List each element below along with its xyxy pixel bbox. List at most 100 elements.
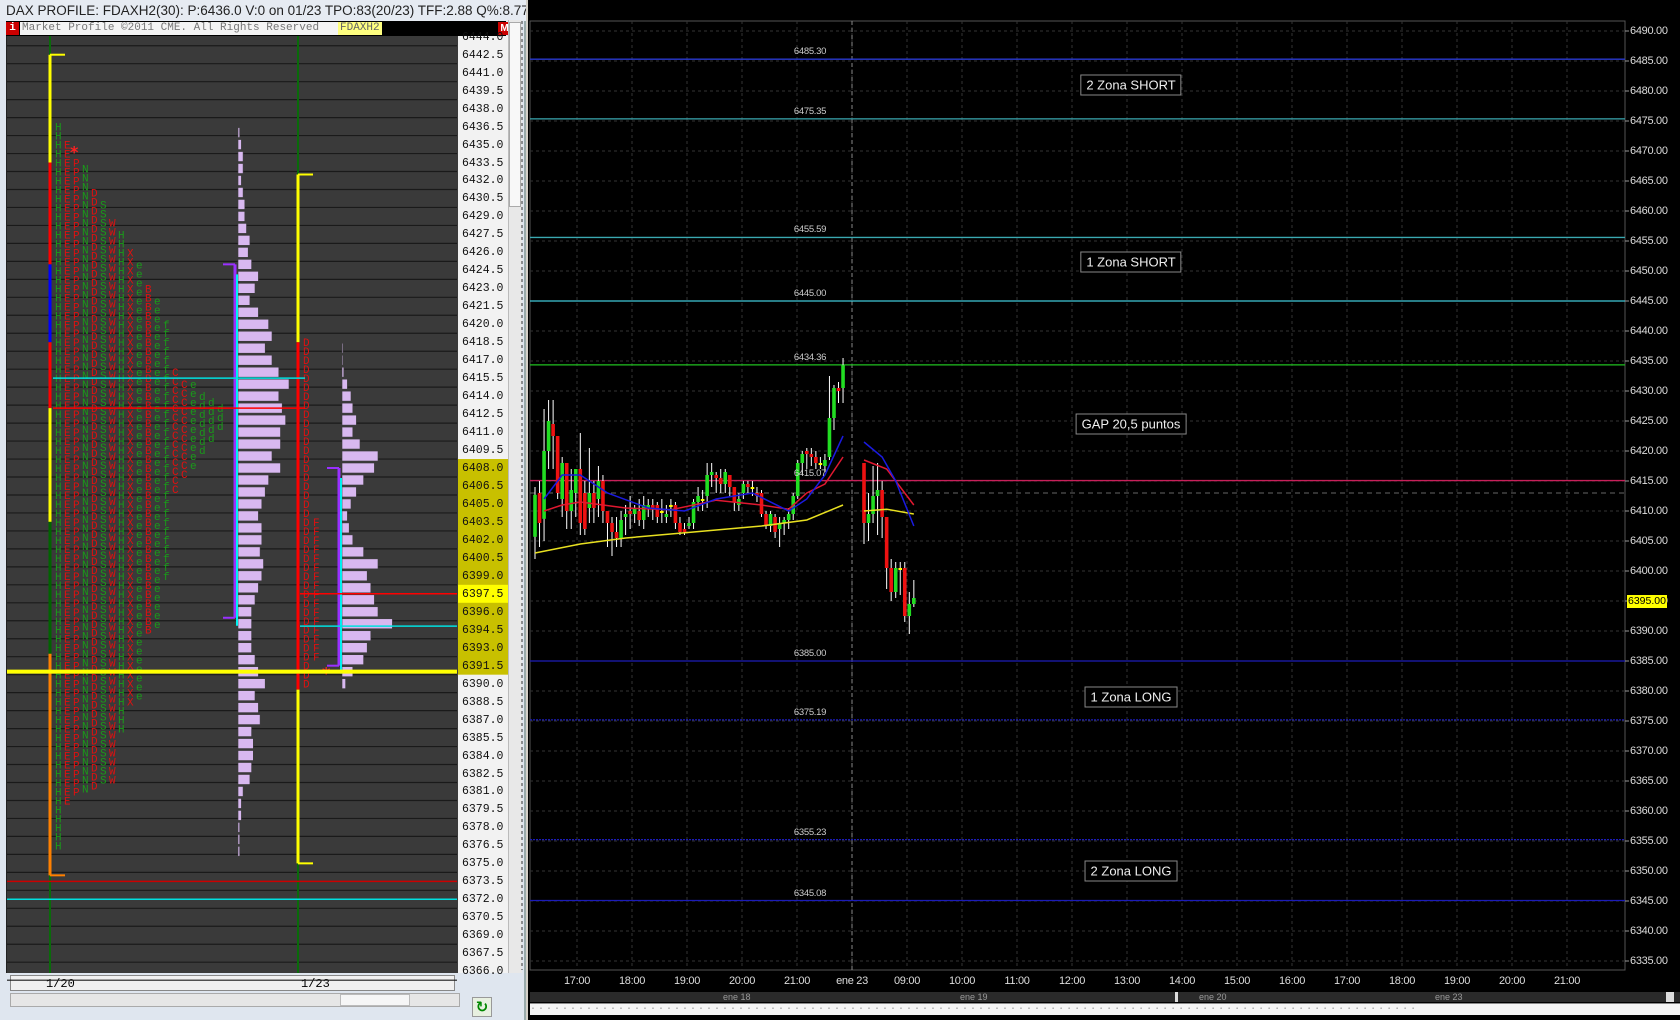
volume-profile-bar (341, 402, 354, 414)
price-axis-label: 6350.00 (1630, 865, 1668, 877)
candle-body (637, 511, 641, 520)
volume-profile-bar (237, 175, 242, 186)
price-axis-label: 6429.0 (462, 210, 504, 224)
volume-profile-bar (237, 318, 269, 330)
volume-profile-bar (237, 342, 266, 354)
price-axis-label: 6375.00 (1630, 715, 1668, 727)
volume-profile-bar (237, 822, 241, 833)
volume-profile-bar (341, 534, 354, 546)
time-axis-label: 20:00 (728, 975, 756, 987)
price-axis-label: 6420.00 (1630, 445, 1668, 457)
candle-body (601, 481, 605, 511)
volume-profile-bar (237, 618, 252, 630)
price-axis-label: 6397.5 (462, 587, 504, 601)
volume-profile-bar (237, 414, 286, 426)
tpo-letter: E (64, 796, 71, 808)
volume-profile-bar (237, 714, 261, 725)
price-axis-label: 6423.0 (462, 282, 504, 296)
price-axis-label: 6436.5 (462, 120, 504, 134)
volume-profile-bar (237, 151, 244, 162)
time-axis-label: ene 23 (836, 975, 868, 987)
candle-body (551, 424, 555, 436)
price-axis-label: 6387.0 (462, 713, 504, 727)
price-axis-label: 6424.5 (462, 264, 504, 278)
price-axis-label: 6433.5 (462, 156, 504, 170)
candle-body (678, 523, 682, 532)
price-axis-label: 6425.00 (1630, 415, 1668, 427)
candle-body (610, 523, 614, 532)
volume-profile-bar (237, 127, 241, 138)
tpo-letter: e (136, 692, 143, 704)
tpo-letter: D (91, 781, 98, 793)
volume-profile-bar (237, 223, 247, 234)
candle-body (628, 511, 632, 514)
volume-profile-bar (237, 450, 273, 462)
level-label: 6485.30 (793, 46, 827, 58)
price-axis-label: 6402.0 (462, 533, 504, 547)
price-axis-label: 6372.0 (462, 893, 504, 907)
time-axis-label: 17:00 (563, 975, 591, 987)
price-axis-label: 6393.0 (462, 641, 504, 655)
price-axis-label: 6345.00 (1630, 895, 1668, 907)
volume-profile-bar (237, 546, 261, 558)
price-axis-label: 6485.00 (1630, 55, 1668, 67)
volume-profile-bar (237, 558, 264, 570)
candle-body (555, 436, 560, 493)
volume-profile-bar (237, 306, 259, 318)
tpo-letter: X (127, 698, 134, 710)
price-axis-label: 6415.5 (462, 372, 504, 386)
price-axis-label: 6376.5 (462, 839, 504, 853)
candle-body (841, 365, 845, 388)
price-axis-label: 6375.0 (462, 857, 504, 871)
volume-profile-bar (341, 462, 375, 474)
tpo-letter: H (55, 841, 62, 853)
volume-profile-bar (341, 378, 348, 390)
tpo-letter: D (303, 680, 310, 692)
price-axis-label: 6435.00 (1630, 355, 1668, 367)
volume-profile-bar (237, 630, 252, 642)
candle-body (884, 517, 889, 568)
candle-body (614, 532, 619, 538)
volume-profile-bar (237, 678, 266, 689)
candle-body (898, 568, 903, 570)
volume-profile-bar (237, 738, 254, 749)
candle-body (673, 505, 678, 523)
price-axis-label: 6399.0 (462, 569, 504, 583)
volume-profile-bar (237, 762, 252, 773)
price-axis-label: 6420.0 (462, 318, 504, 332)
volume-profile-bar (237, 510, 259, 522)
candle-body (660, 511, 664, 513)
candle-body (727, 475, 732, 487)
candle-body (912, 598, 916, 604)
candle-body (700, 499, 705, 501)
time-axis-label: 19:00 (1443, 975, 1471, 987)
volume-profile-bar (341, 606, 379, 618)
tpo-open-marker-icon: * (70, 143, 79, 162)
navigator-date-label: ene 20 (1199, 992, 1227, 1002)
volume-profile-bar (237, 283, 256, 294)
candle-body (682, 529, 687, 532)
price-axis-label: 6385.5 (462, 731, 504, 745)
time-axis-label: 17:00 (1333, 975, 1361, 987)
candle-body (875, 490, 880, 496)
time-axis-label: 21:00 (1553, 975, 1581, 987)
candle-body (827, 418, 832, 457)
price-axis-label: 6367.5 (462, 947, 504, 961)
volume-profile-bar (237, 810, 242, 821)
volume-profile-bar (341, 390, 352, 402)
last-price-tag: 6395.00 (1627, 595, 1667, 608)
candle-body (746, 484, 750, 487)
level-label: 6375.19 (793, 706, 827, 718)
volume-profile-bar (341, 510, 348, 522)
price-axis-label: 6435.0 (462, 138, 504, 152)
price-axis-label: 6421.5 (462, 300, 504, 314)
candle-body (709, 472, 714, 475)
time-axis-label: 21:00 (783, 975, 811, 987)
price-axis-label: 6412.5 (462, 408, 504, 422)
price-axis-label: 6406.5 (462, 479, 504, 493)
volume-profile-bar (341, 570, 368, 582)
volume-profile-bar (341, 342, 344, 354)
price-axis-label: 6366.0 (462, 965, 504, 979)
candle-body (750, 487, 755, 489)
price-axis-label: 6380.00 (1630, 685, 1668, 697)
